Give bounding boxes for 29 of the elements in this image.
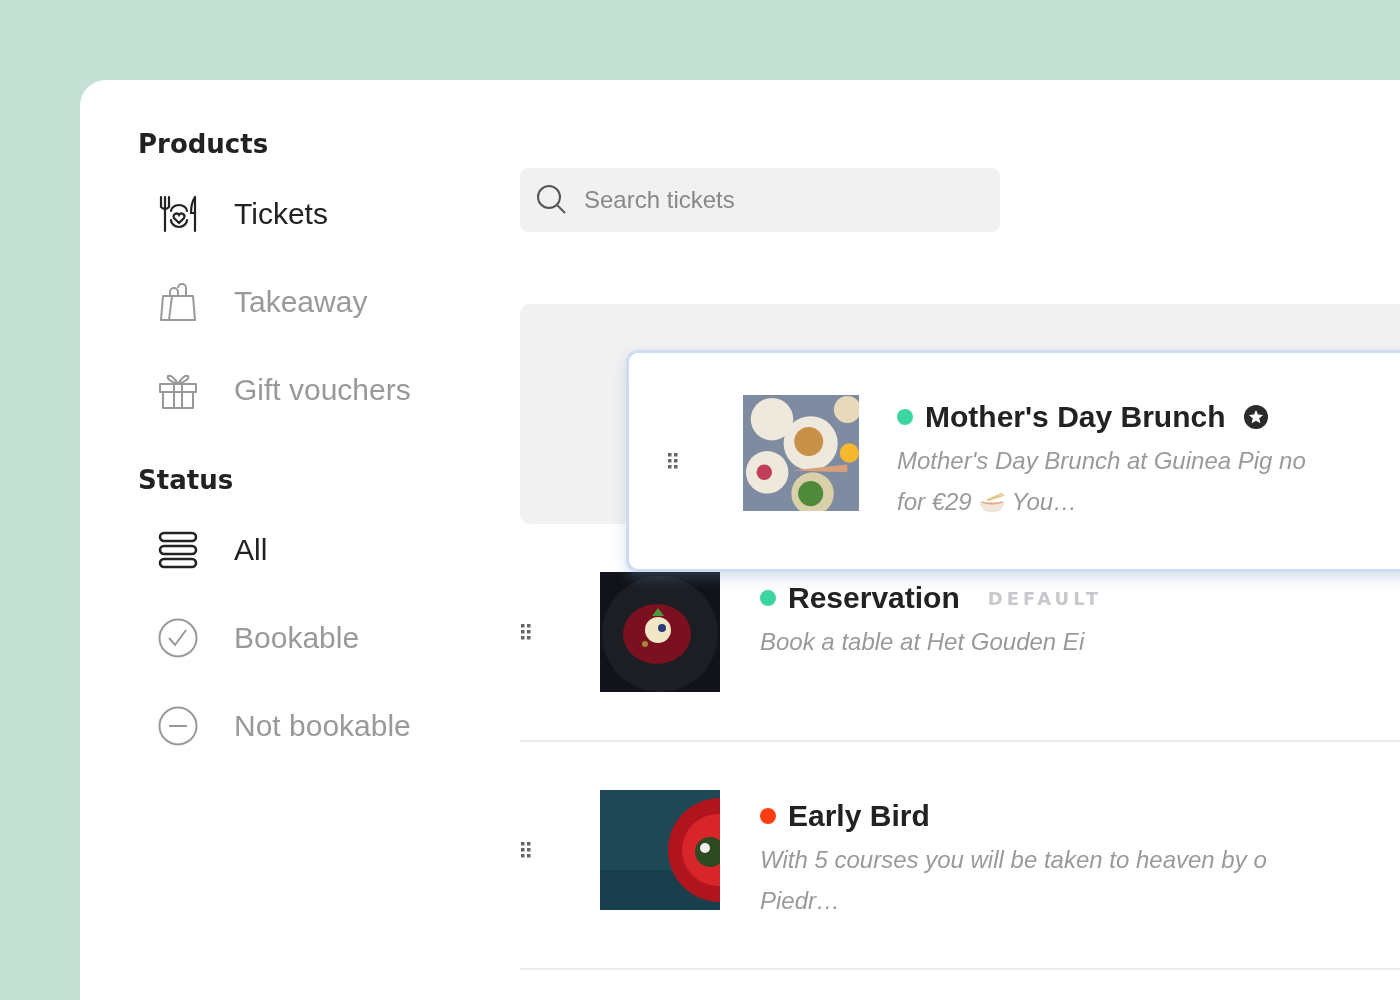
sidebar-item[interactable]: Not bookable (138, 700, 411, 752)
section-heading: Status (138, 464, 235, 497)
sidebar-item[interactable]: Takeaway (138, 276, 368, 328)
ticket-description: Book a table at Het Gouden Ei (760, 627, 1085, 656)
ticket-title: Reservation (788, 581, 960, 615)
drag-handle-icon[interactable] (667, 453, 679, 469)
drag-handle-icon[interactable] (520, 624, 532, 640)
minus-circle-icon (158, 706, 198, 746)
sidebar-item[interactable]: Gift vouchers (138, 364, 411, 416)
ticket-description: for €29 (897, 487, 972, 516)
ticket-description: Piedr… (760, 886, 841, 915)
check-circle-icon (158, 618, 198, 658)
section-heading: Products (138, 128, 270, 161)
drag-handle-icon[interactable] (520, 842, 532, 858)
ticket-description: You… (1011, 487, 1078, 516)
ticket-title: Mother's Day Brunch (925, 400, 1226, 434)
default-label: DEFAULT (987, 587, 1102, 609)
ticket-description: With 5 courses you will be taken to heaven by o (760, 845, 1267, 874)
sidebar-item[interactable]: Tickets (138, 188, 328, 240)
fork-knife-heart-icon (158, 194, 198, 234)
ticket-title: Early Bird (788, 799, 930, 833)
search-icon (536, 184, 568, 216)
dragged-ticket-card[interactable]: Mother's Day Brunch Mother's Day Brunch at Guinea Pig no for €29 You… (626, 350, 1400, 572)
sidebar-item[interactable]: Bookable (138, 612, 360, 664)
ticket-description: Mother's Day Brunch at Guinea Pig no (897, 446, 1306, 475)
sidebar-item[interactable]: All (138, 524, 268, 576)
list-icon (158, 530, 198, 570)
shopping-bag-icon (158, 282, 198, 322)
search-field[interactable]: Search tickets (520, 168, 1000, 232)
